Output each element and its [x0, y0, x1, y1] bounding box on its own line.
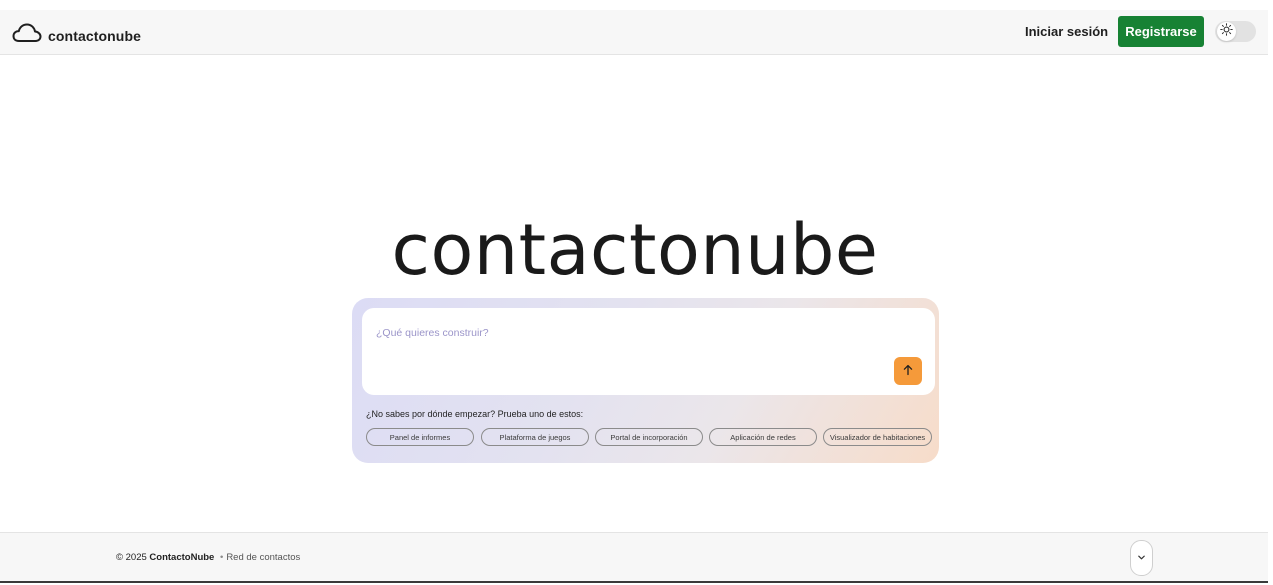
theme-toggle[interactable]: [1215, 21, 1256, 42]
brand-name: contactonube: [48, 27, 141, 44]
suggestion-chip-aplicacion-redes[interactable]: Aplicación de redes: [709, 428, 817, 446]
suggestion-chip-plataforma-juegos[interactable]: Plataforma de juegos: [481, 428, 589, 446]
send-button[interactable]: [894, 357, 922, 385]
cloud-icon: [12, 22, 42, 49]
suggestion-chip-panel-informes[interactable]: Panel de informes: [366, 428, 474, 446]
hero-title: contactonube: [391, 209, 879, 291]
suggestion-chip-visualizador-habitaciones[interactable]: Visualizador de habitaciones: [823, 428, 932, 446]
theme-toggle-knob: [1217, 22, 1236, 41]
copyright-year: © 2025: [116, 552, 147, 563]
suggestion-chip-portal-incorporacion[interactable]: Portal de incorporación: [595, 428, 703, 446]
suggestions-hint: ¿No sabes por dónde empezar? Prueba uno …: [366, 409, 584, 419]
prompt-input[interactable]: [376, 324, 876, 342]
scroll-down-button[interactable]: [1130, 540, 1153, 576]
prompt-box: [362, 308, 935, 395]
login-link[interactable]: Iniciar sesión: [1025, 24, 1108, 39]
company-name: ContactoNube: [149, 552, 215, 563]
tagline: Red de contactos: [226, 552, 301, 563]
separator: •: [219, 552, 224, 563]
prompt-card: ¿No sabes por dónde empezar? Prueba uno …: [352, 298, 939, 463]
arrow-up-icon: [902, 364, 914, 379]
sun-icon: [1220, 22, 1233, 41]
brand[interactable]: contactonube: [12, 22, 141, 49]
register-button[interactable]: Registrarse: [1118, 16, 1204, 47]
top-navbar: contactonube Iniciar sesión Registrarse: [0, 10, 1268, 55]
copyright: © 2025 ContactoNube • Red de contactos: [116, 552, 300, 563]
footer: © 2025 ContactoNube • Red de contactos: [0, 532, 1268, 583]
chevron-down-icon: [1137, 549, 1146, 567]
